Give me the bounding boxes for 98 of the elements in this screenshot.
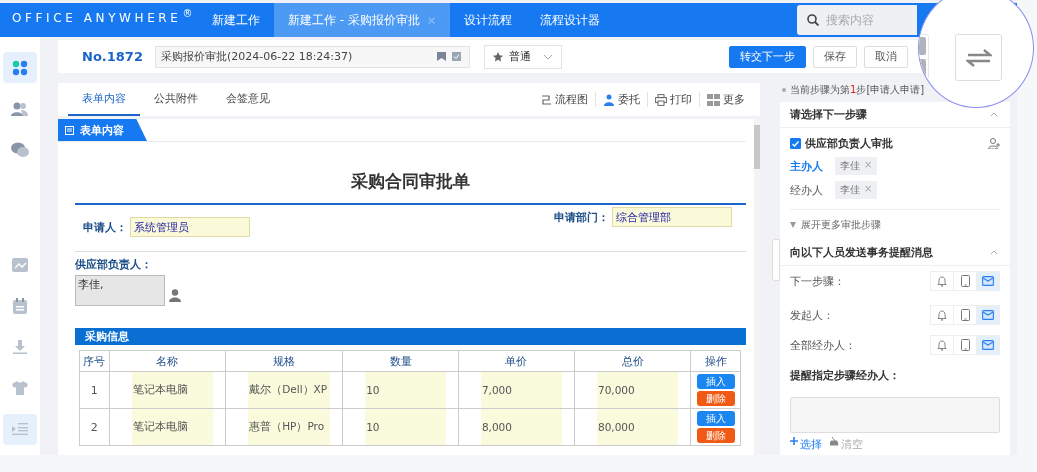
field-label: 申请部门： — [554, 209, 609, 225]
user-icon[interactable] — [169, 289, 181, 302]
notify-label: 全部经办人： — [790, 337, 856, 353]
collapse-icon — [990, 112, 998, 117]
add-user-icon[interactable] — [988, 138, 1000, 149]
input-field[interactable]: 综合管理部 — [612, 207, 732, 227]
column-header: 数量 — [342, 350, 459, 372]
table-cell: 2 — [79, 408, 110, 446]
calendar-icon — [13, 297, 27, 314]
channel-toggle-group[interactable] — [930, 271, 1000, 291]
registered-mark: ® — [182, 8, 193, 19]
table-cell: 1 — [79, 371, 110, 409]
step-label: 供应部负责人审批 — [805, 136, 893, 151]
chevron-down-icon — [542, 53, 553, 60]
field-label: 提醒指定步骤经办人： — [789, 368, 901, 383]
phone-icon — [960, 339, 970, 351]
field-label: 供应部负责人： — [75, 257, 153, 272]
channel-toggle-group[interactable] — [930, 335, 1000, 355]
table-caption: 采购信息 — [75, 328, 746, 345]
action-button[interactable]: 保存 — [813, 45, 857, 68]
role-label: 经办人 — [790, 182, 823, 198]
person-tag[interactable]: 李佳 × — [835, 181, 878, 199]
sidebar-item[interactable] — [3, 413, 37, 446]
toolbar-link[interactable]: 流程图 — [533, 92, 595, 107]
tab[interactable]: 表单内容 — [68, 83, 140, 116]
plus-icon — [790, 437, 798, 445]
forward-button[interactable]: 转交下一步 — [729, 45, 806, 68]
insert-button[interactable]: 插入 — [696, 374, 735, 389]
column-header: 单价 — [458, 350, 575, 372]
notify-label: 下一步骤： — [790, 273, 845, 289]
text-area[interactable]: 李佳, — [75, 275, 165, 306]
channel-toggle-group[interactable] — [930, 305, 1000, 325]
caret-icon — [790, 222, 796, 228]
nav-tab[interactable]: 流程设计器 — [526, 3, 615, 37]
column-header: 总价 — [574, 350, 691, 372]
scrollbar-thumb[interactable] — [754, 125, 760, 169]
field-label: 申请人： — [83, 219, 127, 235]
mail-icon — [982, 340, 994, 350]
collapse-icon — [990, 250, 998, 255]
sidebar-item[interactable] — [3, 52, 37, 84]
phone-icon — [960, 309, 970, 321]
nav-tab[interactable]: 设计流程 — [450, 3, 527, 37]
priority-dropdown[interactable]: 普通 — [483, 44, 562, 69]
flow-icon — [540, 93, 552, 106]
toolbar-link[interactable]: 委托 — [595, 92, 647, 107]
channel-toggle[interactable] — [976, 336, 999, 354]
expand-link[interactable]: 展开更多审批步骤 — [790, 218, 1000, 232]
action-button[interactable]: 取消 — [864, 45, 908, 68]
collapse-handle[interactable] — [772, 239, 780, 281]
print-icon — [655, 93, 667, 106]
chart-icon — [12, 257, 28, 272]
apps-icon — [12, 59, 28, 76]
search-icon — [807, 14, 819, 26]
role-label: 主办人 — [790, 158, 823, 174]
broom-icon — [830, 437, 839, 446]
bookmark-icon — [436, 52, 446, 61]
mail-icon — [982, 310, 994, 320]
people-icon — [603, 93, 615, 106]
chat-icon — [11, 142, 29, 158]
person-tag[interactable]: 李佳 × — [835, 157, 878, 175]
shirt-icon — [12, 381, 28, 396]
select-link[interactable]: 选择 — [790, 437, 822, 452]
outline-icon — [12, 423, 28, 436]
column-header: 名称 — [109, 350, 226, 372]
grid-icon — [707, 93, 720, 106]
bell-icon — [937, 339, 947, 351]
swap-icon — [965, 47, 992, 68]
users-icon — [11, 101, 29, 116]
column-header: 操作 — [690, 350, 741, 372]
form-title: 采购合同审批单 — [350, 170, 471, 193]
toolbar-link[interactable]: 更多 — [699, 92, 752, 107]
checkbox-icon — [451, 52, 461, 61]
document-number: No.1872 — [82, 49, 143, 64]
column-header: 规格 — [225, 350, 343, 372]
tab[interactable]: 会签意见 — [212, 83, 284, 116]
form-icon — [65, 125, 74, 135]
current-step-text: 当前步骤为第1步[申请人申请] — [790, 83, 925, 97]
star-icon — [492, 51, 503, 62]
channel-toggle[interactable] — [976, 272, 999, 290]
bell-icon — [937, 275, 947, 287]
bell-icon — [937, 309, 947, 321]
title-field[interactable]: 采购报价审批(2024-06-22 18:24:37) — [154, 45, 470, 68]
phone-icon — [960, 275, 970, 287]
check-icon — [792, 140, 799, 147]
section-header[interactable]: 向以下人员发送事务提醒消息 — [780, 240, 1010, 266]
download-icon — [13, 340, 27, 354]
logo: OFFICE ANYWHERE — [12, 11, 182, 25]
nav-tab[interactable]: 新建工作 — [198, 3, 274, 37]
column-header: 序号 — [79, 350, 110, 372]
toolbar-link[interactable]: 打印 — [647, 92, 699, 107]
notify-label: 发起人： — [790, 307, 834, 323]
input-field[interactable]: 系统管理员 — [130, 217, 250, 237]
checkbox[interactable] — [790, 138, 801, 149]
magnified-button[interactable] — [955, 34, 1002, 81]
tab[interactable]: 公共附件 — [140, 83, 212, 116]
mail-icon — [982, 276, 994, 286]
channel-toggle[interactable] — [976, 306, 999, 324]
insert-button[interactable]: 插入 — [696, 411, 735, 426]
